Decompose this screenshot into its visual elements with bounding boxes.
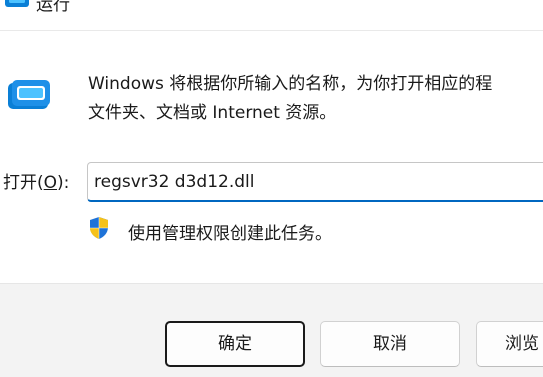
run-icon [5, 0, 29, 7]
browse-button[interactable]: 浏览 [476, 321, 543, 367]
title-bar: 运行 [0, 0, 543, 30]
open-label-suffix: ): [57, 173, 70, 193]
description-line-2: 文件夹、文档或 Internet 资源。 [88, 103, 337, 123]
ok-button[interactable]: 确定 [165, 321, 305, 367]
dialog-description: Windows 将根据你所输入的名称，为你打开相应的程 文件夹、文档或 Inte… [88, 70, 543, 128]
cancel-button[interactable]: 取消 [320, 321, 460, 367]
open-label: 打开(O): [3, 171, 69, 195]
admin-note: 使用管理权限创建此任务。 [128, 224, 332, 244]
uac-shield-icon [90, 217, 108, 239]
window-title: 运行 [36, 0, 70, 15]
open-label-prefix: 打开( [3, 173, 44, 193]
title-divider [0, 30, 543, 31]
open-input[interactable] [88, 163, 543, 200]
open-combobox[interactable] [87, 162, 543, 202]
run-dialog: 运行 Windows 将根据你所输入的名称，为你打开相应的程 文件夹、文档或 I… [0, 0, 543, 377]
run-icon [8, 80, 50, 109]
open-label-accelerator: O [43, 173, 58, 193]
description-line-1: Windows 将根据你所输入的名称，为你打开相应的程 [88, 74, 493, 94]
button-bar: 确定 取消 浏览 [0, 283, 543, 377]
